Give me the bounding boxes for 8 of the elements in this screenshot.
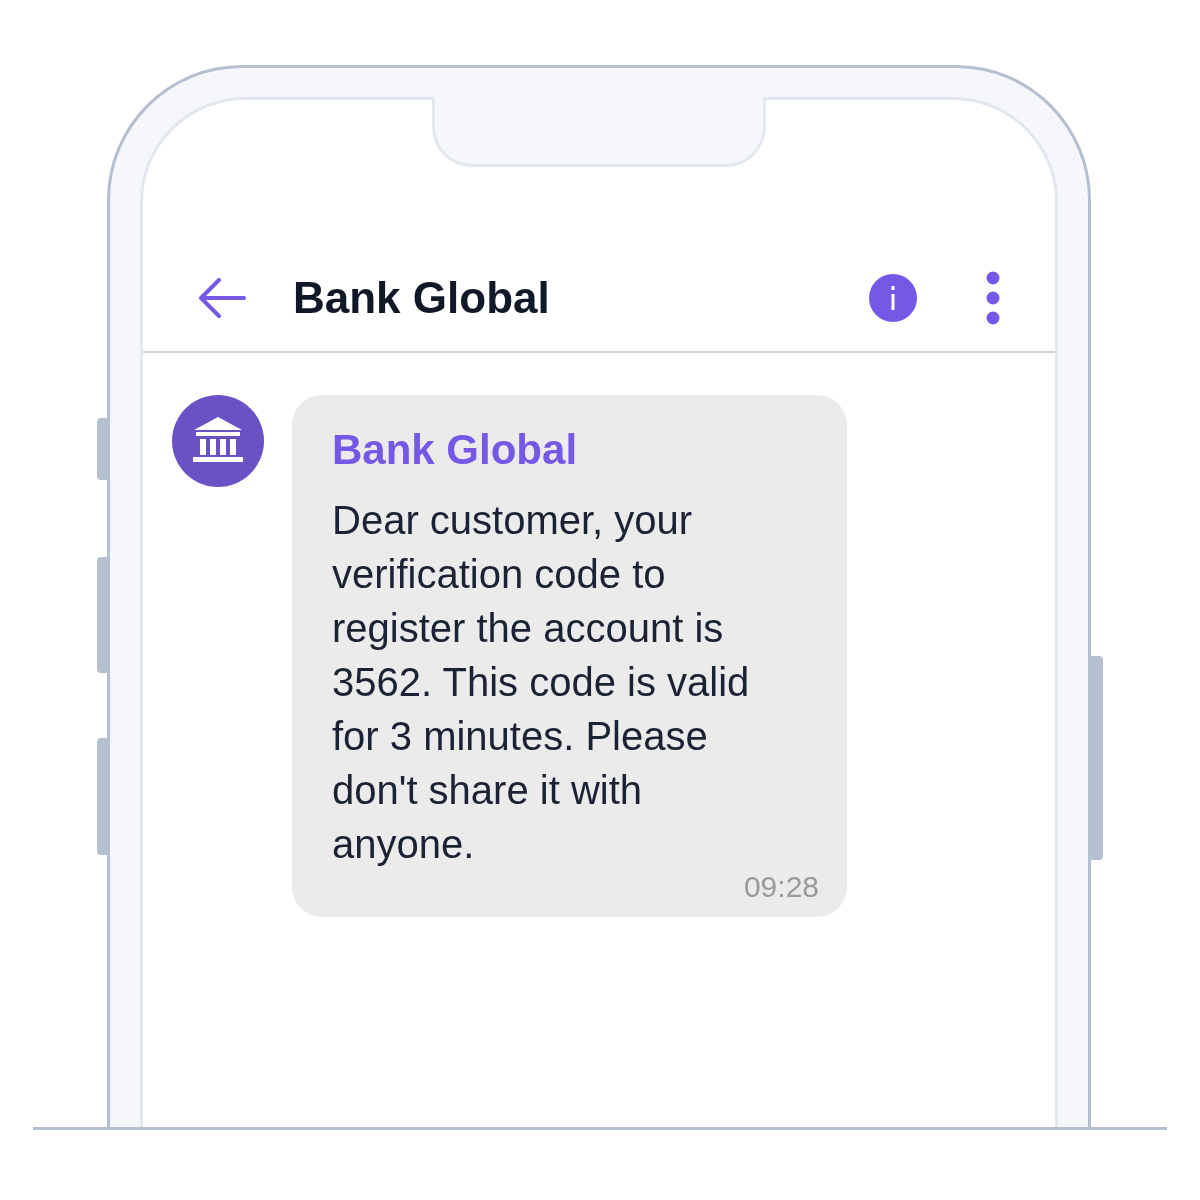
message-text: Dear customer, your verification code to register the account is 3562. This code is valid for 3 minutes. Please don't share it with anyone. [332,497,751,868]
info-icon[interactable] [869,274,917,322]
more-options-icon[interactable] [986,271,1000,325]
bank-avatar-icon [172,395,264,487]
message-time: 09:28 [743,871,819,903]
back-arrow-icon[interactable] [198,278,246,318]
chat-title: Bank Global [293,273,551,323]
sender-name: Bank Global [332,425,579,475]
